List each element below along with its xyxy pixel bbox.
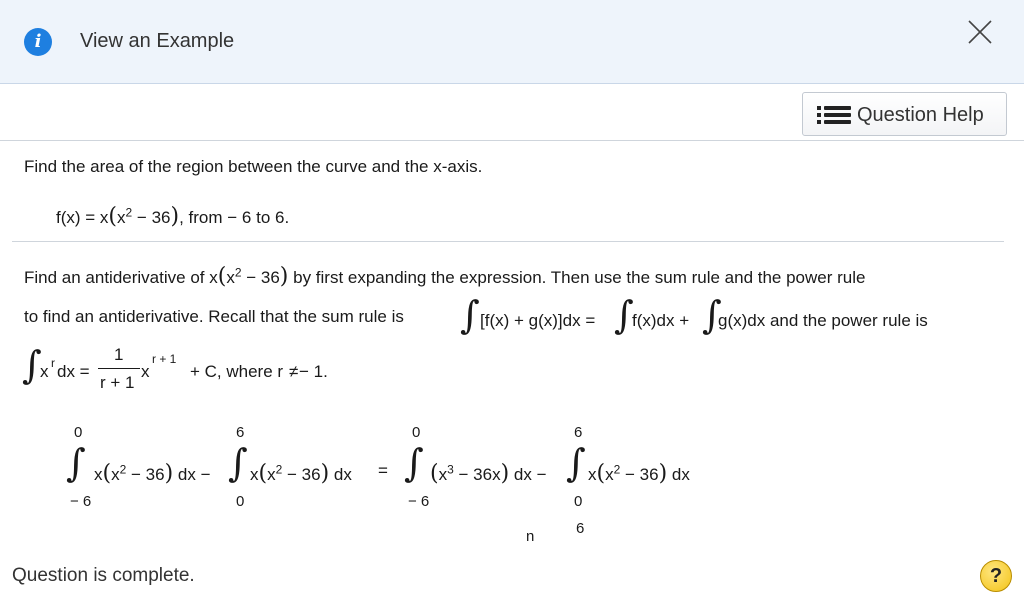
integral-sign: ∫ xyxy=(22,343,42,387)
power-tail: − 1. xyxy=(299,362,328,381)
power-exponent: r xyxy=(51,356,55,370)
integral-lower-limit: − 6 xyxy=(70,493,92,510)
function-range: , from − 6 to 6. xyxy=(179,208,290,227)
integrand-term: − 36x xyxy=(453,465,501,484)
close-icon[interactable] xyxy=(966,18,994,46)
integrand-constant: − 36 xyxy=(620,465,659,484)
sum-rule-lhs: [f(x) + g(x)]dx = xyxy=(480,311,596,330)
integral-upper-limit: n xyxy=(526,528,535,545)
integrand: x(x2 − 36) dx − xyxy=(94,461,211,486)
integral-upper-limit: 6 xyxy=(576,520,585,537)
integrand-constant: − 36 xyxy=(282,465,321,484)
function-lhs: f(x) = x xyxy=(56,208,109,227)
integrand: x(x2 − 36) dx xyxy=(250,461,352,486)
differential: dx − xyxy=(513,465,547,484)
integral-sign: ∫ xyxy=(228,441,248,485)
paren-open: ( xyxy=(108,204,118,229)
divider xyxy=(0,140,1024,141)
integral-upper-limit: 6 xyxy=(574,424,583,441)
integrand-base: x xyxy=(267,465,276,484)
integral-upper-limit: 0 xyxy=(412,424,421,441)
help-icon[interactable]: ? xyxy=(980,560,1012,592)
paren-close: ) xyxy=(170,204,180,229)
function-inner: x xyxy=(117,208,126,227)
function-tail: − 36 xyxy=(132,208,171,227)
fraction-denominator: r + 1 xyxy=(100,373,135,392)
paren-close: ) xyxy=(164,461,174,486)
integrand-base: x xyxy=(605,465,614,484)
paren-open: ( xyxy=(258,461,268,486)
integrand-factor: x xyxy=(94,465,103,484)
question-help-button[interactable]: Question Help xyxy=(802,92,1007,136)
paren-close: ) xyxy=(500,461,510,486)
power-x: x xyxy=(141,362,150,381)
divider xyxy=(12,241,1004,242)
example-banner: i View an Example xyxy=(0,0,1024,84)
problem-prompt: Find the area of the region between the … xyxy=(24,157,483,176)
not-equal-symbol: ≠ xyxy=(289,362,299,381)
info-icon[interactable]: i xyxy=(24,28,52,56)
fraction-numerator: 1 xyxy=(114,345,124,364)
paren-close: ) xyxy=(320,461,330,486)
differential: dx xyxy=(333,465,352,484)
integral-upper-limit: 0 xyxy=(74,424,83,441)
instruction-text: Find an antiderivative of x xyxy=(24,268,218,287)
paren-open: ( xyxy=(596,461,606,486)
instruction-line-1: Find an antiderivative of x(x2 − 36) by … xyxy=(24,264,865,289)
integral-sign: ∫ xyxy=(66,441,86,485)
integrand: x(x2 − 36) dx xyxy=(588,461,690,486)
sum-rule-f: f(x)dx + xyxy=(632,311,690,330)
integral-lower-limit: 0 xyxy=(574,493,583,510)
exponent: 3 xyxy=(447,462,454,477)
view-example-link[interactable]: View an Example xyxy=(80,30,234,53)
integral-sign: ∫ xyxy=(566,441,586,485)
integral-sign: ∫ xyxy=(460,293,480,337)
list-icon xyxy=(817,106,851,124)
integrand-base: x xyxy=(438,465,448,484)
paren-close: ) xyxy=(658,461,668,486)
integrand-factor: x xyxy=(250,465,259,484)
integrand: (x3 − 36x) dx − xyxy=(430,461,547,486)
exponent: 2 xyxy=(234,265,242,280)
paren-open: ( xyxy=(430,461,439,486)
instruction-text: by first expanding the expression. Then … xyxy=(288,268,866,287)
question-help-label: Question Help xyxy=(857,104,984,126)
integral-lower-limit: − 6 xyxy=(408,493,430,510)
power-x: x xyxy=(40,362,49,381)
integral-sign: ∫ xyxy=(614,293,634,337)
fraction-bar xyxy=(98,368,140,369)
integral-lower-limit: 0 xyxy=(236,493,245,510)
power-dx: dx = xyxy=(57,362,90,381)
function-definition: f(x) = x(x2 − 36), from − 6 to 6. xyxy=(56,204,289,229)
sum-rule-g: g(x)dx and the power rule is xyxy=(718,311,928,330)
equals-sign: = xyxy=(378,461,388,480)
instruction-text: to find an antiderivative. Recall that t… xyxy=(24,307,404,326)
differential: dx xyxy=(671,465,690,484)
integrand-factor: x xyxy=(588,465,597,484)
differential: dx − xyxy=(177,465,211,484)
power-constant: + C, where r xyxy=(190,362,284,381)
status-text: Question is complete. xyxy=(12,565,195,586)
paren-open: ( xyxy=(102,461,112,486)
instruction-inner: x xyxy=(226,268,235,287)
instruction-line-2: to find an antiderivative. Recall that t… xyxy=(24,307,404,327)
integrand-constant: − 36 xyxy=(126,465,165,484)
power-exponent: r + 1 xyxy=(152,352,177,366)
integrand-base: x xyxy=(111,465,120,484)
integral-upper-limit: 6 xyxy=(236,424,245,441)
integral-sign: ∫ xyxy=(404,441,424,485)
instruction-tail: − 36 xyxy=(241,268,280,287)
